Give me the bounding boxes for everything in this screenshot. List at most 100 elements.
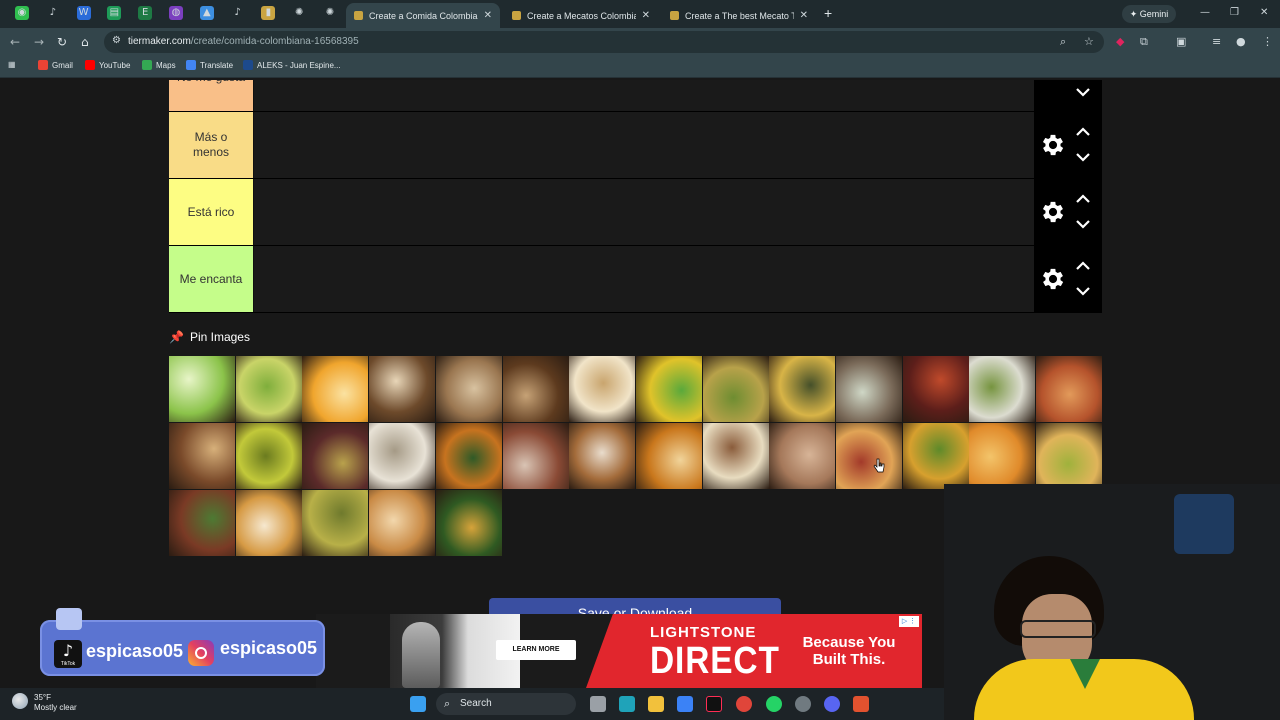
tiktok-app-icon[interactable] — [706, 696, 722, 712]
food-image-grilled-arepa[interactable] — [435, 356, 502, 422]
tier-label[interactable]: Está rico — [169, 179, 253, 245]
food-image-grilled-meat[interactable] — [902, 356, 969, 422]
food-image-fried-pastries[interactable] — [969, 423, 1036, 489]
chatgpt-icon[interactable]: ✺ — [292, 6, 306, 20]
food-image-green-soup[interactable] — [702, 356, 769, 422]
chevron-down-icon[interactable] — [1074, 150, 1092, 164]
home-icon[interactable]: ⌂ — [81, 35, 89, 49]
extension-icon[interactable]: ◆ — [1116, 35, 1124, 49]
food-image-lentil-soup[interactable] — [435, 423, 502, 489]
file-explorer-icon[interactable] — [648, 696, 664, 712]
store-icon[interactable] — [677, 696, 693, 712]
close-tab-icon[interactable]: ✕ — [800, 10, 808, 21]
word-icon[interactable]: W — [76, 6, 91, 20]
arch-icon[interactable]: ▲ — [199, 6, 214, 20]
tier-label[interactable]: Me encanta — [169, 246, 253, 312]
bookmark-gmail[interactable]: Gmail — [38, 60, 73, 70]
chevron-down-icon[interactable] — [1074, 85, 1092, 99]
media-icon[interactable]: ≡ — [1212, 35, 1221, 49]
food-image-tamal[interactable] — [435, 490, 502, 556]
chevron-up-icon[interactable] — [1074, 125, 1092, 139]
save-or-download-button[interactable]: Save or Download — [489, 598, 781, 614]
chevron-down-icon[interactable] — [1074, 217, 1092, 231]
adchoices-icon[interactable]: ▷ ⋮ — [899, 616, 919, 627]
tiktok-icon[interactable]: ♪ — [231, 6, 245, 20]
tier-drop-zone[interactable] — [253, 80, 1034, 111]
food-image-fried-fish[interactable] — [769, 356, 836, 422]
forward-icon[interactable]: → — [34, 35, 44, 49]
gear-icon[interactable] — [1039, 198, 1067, 226]
bookmark-maps[interactable]: Maps — [142, 60, 176, 70]
food-image-fried-plantains[interactable] — [635, 423, 702, 489]
food-image-fried-balls[interactable] — [902, 423, 969, 489]
windows-start-icon[interactable] — [410, 696, 426, 712]
whatsapp-app-icon[interactable] — [766, 696, 782, 712]
bookmark-translate[interactable]: Translate — [186, 60, 233, 70]
tier-drop-zone[interactable] — [253, 179, 1034, 245]
close-tab-icon[interactable]: ✕ — [642, 10, 650, 21]
new-tab-button[interactable]: + — [824, 6, 832, 20]
food-image-corn-soup[interactable] — [235, 356, 302, 422]
task-view-icon[interactable] — [590, 696, 606, 712]
close-tab-icon[interactable]: ✕ — [484, 10, 492, 21]
bookmark-aleks[interactable]: ALEKS - Juan Espine... — [243, 60, 341, 70]
chevron-up-icon[interactable] — [1074, 192, 1092, 206]
food-image-brown-pancake[interactable] — [769, 423, 836, 489]
chevron-down-icon[interactable] — [1074, 284, 1092, 298]
chevron-up-icon[interactable] — [1074, 259, 1092, 273]
chrome-icon[interactable] — [736, 696, 752, 712]
food-image-bean-soup[interactable] — [569, 423, 636, 489]
bookmark-star-icon[interactable]: ☆ — [1084, 35, 1094, 49]
minimize-icon[interactable]: — — [1200, 7, 1210, 18]
zoom-icon[interactable]: ⌕ — [1060, 35, 1066, 49]
restore-icon[interactable]: ❐ — [1230, 7, 1239, 18]
learn-more-button[interactable]: LEARN MORE — [496, 640, 576, 660]
m365-icon[interactable] — [619, 696, 635, 712]
chatgpt-app-icon[interactable] — [795, 696, 811, 712]
food-image-white-soup[interactable] — [969, 356, 1036, 422]
food-image-fried-platter[interactable] — [1036, 423, 1103, 489]
tier-drop-zone[interactable] — [253, 112, 1034, 178]
food-image-natilla[interactable] — [702, 423, 769, 489]
tab-best-mecato[interactable]: Create a The best Mecato Tier l ✕ — [662, 3, 816, 28]
food-image-buñuelos[interactable] — [836, 423, 902, 489]
gear-icon[interactable] — [1039, 131, 1067, 159]
weather-widget[interactable]: 35°F Mostly clear — [12, 693, 77, 713]
food-image-fried-bites[interactable] — [369, 490, 436, 556]
gear-icon[interactable] — [1039, 265, 1067, 293]
address-bar[interactable]: ⚙ tiermaker.com/create/comida-colombiana… — [104, 31, 1104, 53]
reload-icon[interactable]: ↻ — [57, 35, 67, 49]
taskbar-search[interactable]: ⌕ Search — [436, 693, 576, 715]
food-image-beef-strips[interactable] — [169, 490, 235, 556]
food-image-beef-stew[interactable] — [836, 356, 902, 422]
food-image-breaded-cutlet[interactable] — [235, 490, 302, 556]
obs-icon[interactable] — [853, 696, 869, 712]
extensions-puzzle-icon[interactable]: ⧉ — [1140, 35, 1148, 49]
sheets-icon[interactable]: ▤ — [107, 6, 122, 20]
back-icon[interactable]: ← — [10, 35, 20, 49]
food-image-drink-cup[interactable] — [569, 356, 636, 422]
food-image-limes[interactable] — [169, 356, 235, 422]
menu-icon[interactable]: ⋮ — [1262, 35, 1273, 49]
site-info-icon[interactable]: ⚙ — [112, 35, 121, 46]
food-image-fried-empanadas[interactable] — [302, 356, 369, 422]
sidepanel-icon[interactable]: ▣ — [1176, 35, 1186, 49]
tab-comida-colombiana[interactable]: Create a Comida Colombiana Ti ✕ — [346, 3, 500, 28]
food-image-arepa-burger[interactable] — [369, 356, 436, 422]
tor-icon[interactable]: ◍ — [169, 6, 183, 20]
profile-avatar[interactable]: ● — [1236, 35, 1246, 49]
food-image-chorizo[interactable] — [1036, 356, 1103, 422]
excel-icon[interactable]: E — [138, 6, 153, 20]
food-image-bandeja-paisa[interactable] — [169, 423, 235, 489]
food-image-beans-plantain[interactable] — [302, 423, 369, 489]
gemini-button[interactable]: ✦ Gemini — [1122, 5, 1176, 23]
tier-label[interactable]: Más o menos — [169, 112, 253, 178]
tab-mecatos-colombianos[interactable]: Create a Mecatos Colombianos ✕ — [504, 3, 658, 28]
tier-drop-zone[interactable] — [253, 246, 1034, 312]
food-image-bollo[interactable] — [369, 423, 436, 489]
close-window-icon[interactable]: ✕ — [1260, 7, 1268, 18]
discord-icon[interactable] — [824, 696, 840, 712]
whatsapp-icon[interactable]: ◉ — [15, 6, 29, 20]
food-image-rice-dish[interactable] — [502, 356, 569, 422]
chatgpt-icon[interactable]: ✺ — [323, 6, 337, 20]
